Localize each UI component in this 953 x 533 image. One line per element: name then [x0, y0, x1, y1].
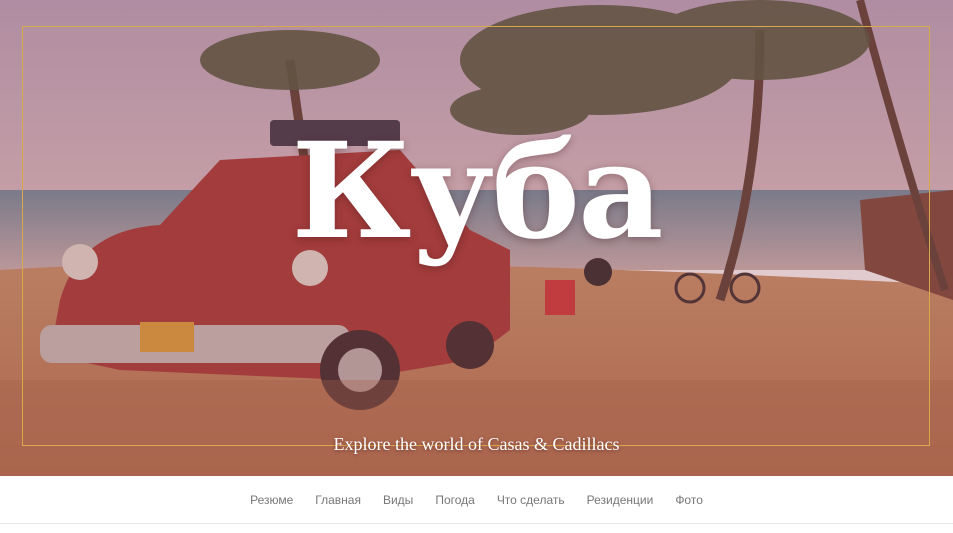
nav-item-resume[interactable]: Резюме	[239, 493, 304, 507]
hero-subtitle: Explore the world of Casas & Cadillacs	[0, 433, 953, 455]
nav-item-photo[interactable]: Фото	[664, 493, 714, 507]
nav-item-things-to-do[interactable]: Что сделать	[486, 493, 576, 507]
nav-item-weather[interactable]: Погода	[424, 493, 486, 507]
main-nav: Резюме Главная Виды Погода Что сделать Р…	[0, 476, 953, 524]
hero-banner: Куба Explore the world of Casas & Cadill…	[0, 0, 953, 476]
hero-title: Куба	[291, 114, 663, 269]
nav-item-views[interactable]: Виды	[372, 493, 424, 507]
nav-item-home[interactable]: Главная	[304, 493, 372, 507]
nav-item-residences[interactable]: Резиденции	[576, 493, 665, 507]
hero-subtitle-text: Explore the world of Casas & Cadillacs	[333, 434, 620, 454]
